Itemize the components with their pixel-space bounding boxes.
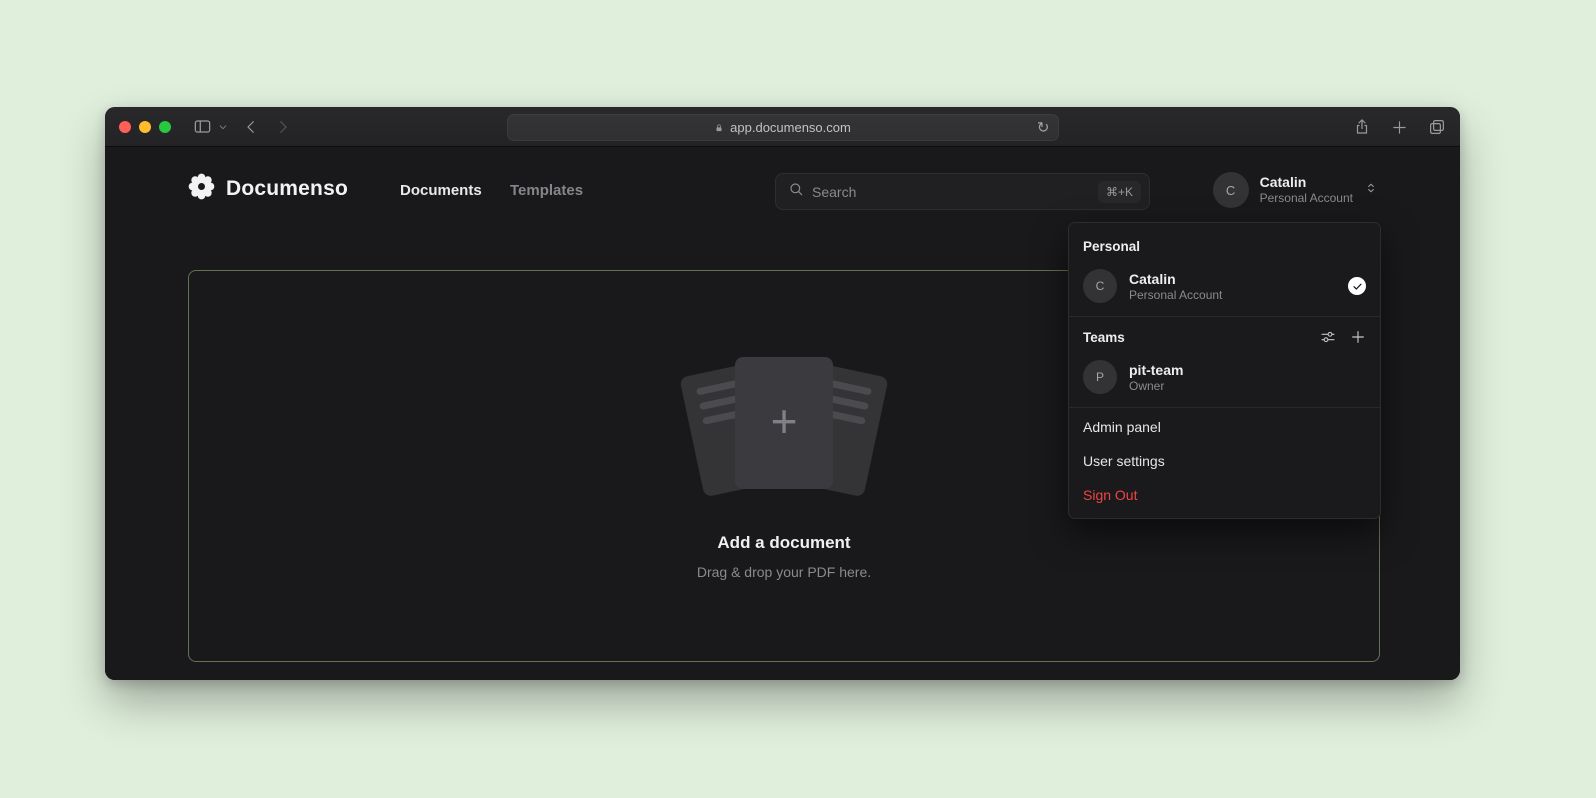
dropzone-title: Add a document xyxy=(717,533,850,553)
close-window-button[interactable] xyxy=(119,121,131,133)
forward-button-icon[interactable] xyxy=(274,118,292,136)
search-icon xyxy=(788,181,804,202)
add-plus-icon: + xyxy=(771,398,798,444)
documents-illustration: + xyxy=(669,353,899,503)
toolbar-right-controls xyxy=(1353,107,1446,147)
zoom-window-button[interactable] xyxy=(159,121,171,133)
account-dropdown-menu: Personal C Catalin Personal Account Team… xyxy=(1068,222,1381,519)
dropzone-subtitle: Drag & drop your PDF here. xyxy=(697,564,871,580)
account-menu-trigger[interactable]: C Catalin Personal Account xyxy=(1213,172,1378,208)
sidebar-chevron-down-icon[interactable] xyxy=(218,122,228,132)
menu-divider xyxy=(1069,407,1380,408)
search-shortcut-badge: ⌘+K xyxy=(1098,181,1141,203)
menu-divider xyxy=(1069,316,1380,317)
chevron-up-down-icon xyxy=(1364,179,1378,202)
add-team-icon[interactable] xyxy=(1350,329,1366,345)
account-name: Catalin xyxy=(1260,174,1353,192)
documenso-app-page: Documenso Documents Templates ⌘+K C Cata… xyxy=(105,147,1460,680)
sidebar-toggle-icon[interactable] xyxy=(193,117,212,136)
traffic-lights xyxy=(119,121,171,133)
toolbar-left-controls xyxy=(193,117,292,136)
menu-personal-label: Personal xyxy=(1069,229,1380,262)
new-tab-plus-icon[interactable] xyxy=(1391,119,1408,136)
menu-item-sign-out[interactable]: Sign Out xyxy=(1069,478,1380,512)
personal-account-avatar: C xyxy=(1083,269,1117,303)
brand[interactable]: Documenso xyxy=(188,173,348,205)
nav-item-documents[interactable]: Documents xyxy=(400,182,482,199)
illustration-card-center: + xyxy=(735,357,833,489)
browser-toolbar: app.documenso.com ↻ xyxy=(105,107,1460,147)
menu-item-admin-panel[interactable]: Admin panel xyxy=(1069,410,1380,444)
search-input[interactable] xyxy=(812,184,1090,200)
manage-teams-icon[interactable] xyxy=(1320,329,1336,345)
tab-overview-icon[interactable] xyxy=(1428,118,1446,136)
team-role: Owner xyxy=(1129,379,1366,393)
account-avatar: C xyxy=(1213,172,1249,208)
team-avatar: P xyxy=(1083,360,1117,394)
share-icon[interactable] xyxy=(1353,118,1371,136)
minimize-window-button[interactable] xyxy=(139,121,151,133)
personal-account-type: Personal Account xyxy=(1129,288,1336,302)
lock-icon xyxy=(714,122,724,134)
team-name: pit-team xyxy=(1129,361,1366,379)
refresh-icon[interactable]: ↻ xyxy=(1037,120,1050,135)
selected-check-icon xyxy=(1348,277,1366,295)
menu-teams-label: Teams xyxy=(1083,330,1306,345)
search-box[interactable]: ⌘+K xyxy=(775,173,1150,210)
menu-personal-account-item[interactable]: C Catalin Personal Account xyxy=(1069,262,1380,314)
menu-item-user-settings[interactable]: User settings xyxy=(1069,444,1380,478)
account-type: Personal Account xyxy=(1260,191,1353,206)
menu-teams-header: Teams xyxy=(1069,319,1380,353)
brand-name: Documenso xyxy=(226,177,348,201)
nav-item-templates[interactable]: Templates xyxy=(510,182,583,199)
url-text: app.documenso.com xyxy=(730,120,851,135)
address-bar[interactable]: app.documenso.com ↻ xyxy=(507,114,1059,141)
documenso-logo-icon xyxy=(188,173,215,205)
personal-account-name: Catalin xyxy=(1129,270,1336,288)
menu-team-item[interactable]: P pit-team Owner xyxy=(1069,353,1380,405)
browser-window: app.documenso.com ↻ xyxy=(105,107,1460,680)
desktop: app.documenso.com ↻ xyxy=(0,0,1596,798)
back-button-icon[interactable] xyxy=(242,118,260,136)
